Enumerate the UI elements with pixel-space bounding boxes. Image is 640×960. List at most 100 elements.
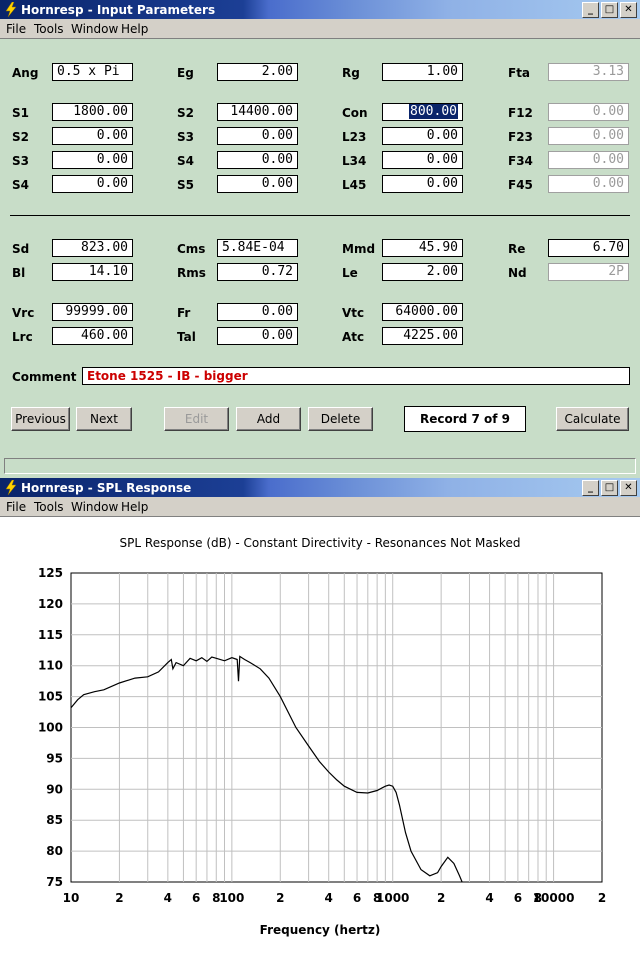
x-tick-label: 6 xyxy=(353,891,361,905)
field-s3-col2[interactable]: 0.00 xyxy=(217,127,298,145)
field-con[interactable]: 800.00 xyxy=(382,103,463,121)
x-tick-label: 4 xyxy=(325,891,333,905)
menu-help[interactable]: Help xyxy=(121,22,148,36)
hornresp-bolt-icon xyxy=(5,2,17,17)
field-rg[interactable]: 1.00 xyxy=(382,63,463,81)
field-rms[interactable]: 0.72 xyxy=(217,263,298,281)
x-tick-label: 2 xyxy=(276,891,284,905)
minimize-icon[interactable]: _ xyxy=(582,2,599,18)
field-l23[interactable]: 0.00 xyxy=(382,127,463,145)
minimize-icon[interactable]: _ xyxy=(582,480,599,496)
field-s2[interactable]: 0.00 xyxy=(52,127,133,145)
field-nd: 2P xyxy=(548,263,629,281)
label-s3-col2: S3 xyxy=(177,130,194,144)
x-tick-label: 2 xyxy=(115,891,123,905)
close-icon[interactable]: ✕ xyxy=(620,480,637,496)
spl-response-window: Hornresp - SPL Response _ □ ✕ File Tools… xyxy=(0,478,640,960)
label-comment: Comment xyxy=(12,370,77,384)
field-atc[interactable]: 4225.00 xyxy=(382,327,463,345)
field-vrc[interactable]: 99999.00 xyxy=(52,303,133,321)
field-s2-col2[interactable]: 14400.00 xyxy=(217,103,298,121)
field-l45[interactable]: 0.00 xyxy=(382,175,463,193)
field-bl[interactable]: 14.10 xyxy=(52,263,133,281)
label-le: Le xyxy=(342,266,358,280)
previous-button[interactable]: Previous xyxy=(11,407,70,431)
calculate-button[interactable]: Calculate xyxy=(556,407,629,431)
field-s4[interactable]: 0.00 xyxy=(52,175,133,193)
field-s5[interactable]: 0.00 xyxy=(217,175,298,193)
field-lrc[interactable]: 460.00 xyxy=(52,327,133,345)
field-f12: 0.00 xyxy=(548,103,629,121)
label-f12: F12 xyxy=(508,106,533,120)
label-f45: F45 xyxy=(508,178,533,192)
menu-tools[interactable]: Tools xyxy=(34,22,64,36)
field-ang[interactable]: 0.5 x Pi xyxy=(52,63,133,81)
x-tick-label: 6 xyxy=(514,891,522,905)
next-button[interactable]: Next xyxy=(76,407,132,431)
field-tal[interactable]: 0.00 xyxy=(217,327,298,345)
x-tick-label: 1000 xyxy=(376,891,409,905)
field-eg[interactable]: 2.00 xyxy=(217,63,298,81)
label-lrc: Lrc xyxy=(12,330,33,344)
label-vrc: Vrc xyxy=(12,306,35,320)
x-tick-label: 2 xyxy=(437,891,445,905)
label-sd: Sd xyxy=(12,242,30,256)
field-mmd[interactable]: 45.90 xyxy=(382,239,463,257)
close-icon[interactable]: ✕ xyxy=(620,2,637,18)
y-tick-label: 100 xyxy=(38,721,63,735)
field-f23: 0.00 xyxy=(548,127,629,145)
maximize-icon[interactable]: □ xyxy=(601,2,618,18)
field-sd[interactable]: 823.00 xyxy=(52,239,133,257)
label-tal: Tal xyxy=(177,330,196,344)
label-rg: Rg xyxy=(342,66,360,80)
menu-tools[interactable]: Tools xyxy=(34,500,64,514)
y-tick-label: 95 xyxy=(46,751,63,765)
label-f23: F23 xyxy=(508,130,533,144)
label-s5: S5 xyxy=(177,178,194,192)
y-tick-label: 80 xyxy=(46,844,63,858)
menu-help[interactable]: Help xyxy=(121,500,148,514)
label-s1: S1 xyxy=(12,106,29,120)
field-fta: 3.13 xyxy=(548,63,629,81)
y-tick-label: 125 xyxy=(38,566,63,580)
input-parameters-window: Hornresp - Input Parameters _ □ ✕ File T… xyxy=(0,0,640,478)
field-re[interactable]: 6.70 xyxy=(548,239,629,257)
label-s3: S3 xyxy=(12,154,29,168)
field-s4-col2[interactable]: 0.00 xyxy=(217,151,298,169)
input-window-titlebar[interactable]: Hornresp - Input Parameters _ □ ✕ xyxy=(0,0,640,19)
comment-field[interactable]: Etone 1525 - IB - bigger xyxy=(82,367,630,385)
maximize-icon[interactable]: □ xyxy=(601,480,618,496)
spl-window-titlebar[interactable]: Hornresp - SPL Response _ □ ✕ xyxy=(0,478,640,497)
label-eg: Eg xyxy=(177,66,194,80)
field-s3[interactable]: 0.00 xyxy=(52,151,133,169)
label-fr: Fr xyxy=(177,306,191,320)
field-fr[interactable]: 0.00 xyxy=(217,303,298,321)
field-s1[interactable]: 1800.00 xyxy=(52,103,133,121)
menu-window[interactable]: Window xyxy=(71,500,118,514)
label-l34: L34 xyxy=(342,154,367,168)
x-tick-label: 6 xyxy=(192,891,200,905)
field-l34[interactable]: 0.00 xyxy=(382,151,463,169)
spl-window-title: Hornresp - SPL Response xyxy=(21,481,192,495)
input-window-menubar: File Tools Window Help xyxy=(0,19,640,39)
menu-file[interactable]: File xyxy=(6,500,26,514)
label-f34: F34 xyxy=(508,154,533,168)
field-le[interactable]: 2.00 xyxy=(382,263,463,281)
delete-button[interactable]: Delete xyxy=(308,407,373,431)
label-fta: Fta xyxy=(508,66,531,80)
x-tick-label: 10 xyxy=(63,891,80,905)
x-tick-label: 4 xyxy=(164,891,172,905)
menu-window[interactable]: Window xyxy=(71,22,118,36)
menu-file[interactable]: File xyxy=(6,22,26,36)
label-s2-col2: S2 xyxy=(177,106,194,120)
x-tick-label: 4 xyxy=(485,891,493,905)
label-vtc: Vtc xyxy=(342,306,365,320)
chart-xlabel: Frequency (hertz) xyxy=(260,923,381,937)
add-button[interactable]: Add xyxy=(236,407,301,431)
y-tick-label: 120 xyxy=(38,597,63,611)
label-bl: Bl xyxy=(12,266,26,280)
section-divider xyxy=(10,215,630,216)
x-tick-label: 10000 xyxy=(533,891,575,905)
field-vtc[interactable]: 64000.00 xyxy=(382,303,463,321)
field-cms[interactable]: 5.84E-04 xyxy=(217,239,298,257)
